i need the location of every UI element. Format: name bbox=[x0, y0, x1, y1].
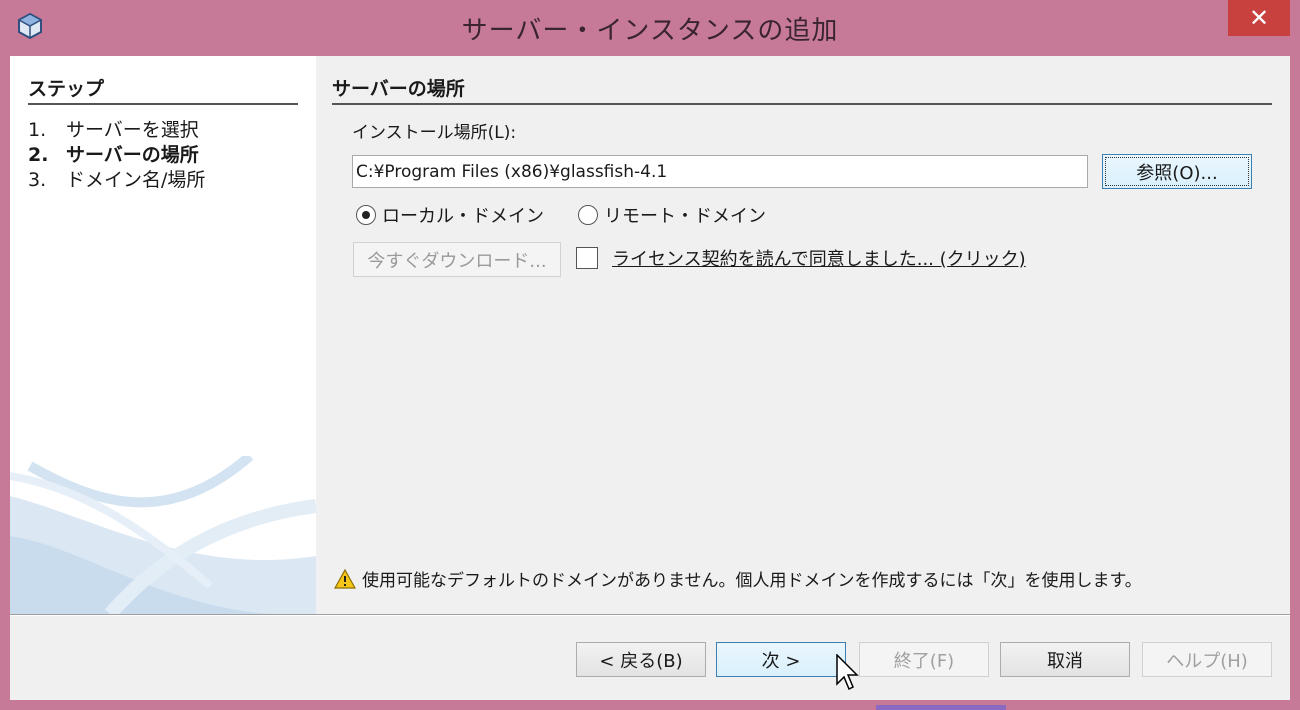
back-button[interactable]: < 戻る(B) bbox=[576, 642, 706, 677]
license-link[interactable]: ライセンス契約を読んで同意しました... (クリック) bbox=[612, 245, 1026, 271]
step-item: 1. サーバーを選択 bbox=[28, 118, 205, 143]
radio-button[interactable] bbox=[578, 205, 598, 225]
step-item: 3. ドメイン名/場所 bbox=[28, 168, 205, 193]
next-button[interactable]: 次 > bbox=[716, 642, 846, 677]
help-button[interactable]: ヘルプ(H) bbox=[1142, 642, 1272, 677]
steps-list: 1. サーバーを選択 2. サーバーの場所 3. ドメイン名/場所 bbox=[28, 118, 205, 193]
taskbar-fragment bbox=[876, 705, 1006, 710]
browse-button[interactable]: 参照(O)... bbox=[1102, 154, 1252, 189]
finish-button[interactable]: 終了(F) bbox=[859, 642, 989, 677]
step-number: 1. bbox=[28, 119, 47, 141]
radio-local-label: ローカル・ドメイン bbox=[382, 206, 544, 227]
window-title: サーバー・インスタンスの追加 bbox=[461, 16, 839, 46]
radio-remote-label: リモート・ドメイン bbox=[604, 206, 766, 227]
warning-message: 使用可能なデフォルトのドメインがありません。個人用ドメインを作成するには「次」を… bbox=[334, 566, 1142, 591]
footer-separator bbox=[10, 614, 1290, 616]
content-panel: サーバーの場所 インストール場所(L): 参照(O)... ローカル・ドメイン … bbox=[316, 56, 1290, 614]
radio-remote-domain[interactable]: リモート・ドメイン bbox=[578, 202, 766, 228]
decorative-swoosh-graphic bbox=[10, 456, 316, 614]
close-button[interactable]: ✕ bbox=[1228, 0, 1290, 36]
radio-local-domain[interactable]: ローカル・ドメイン bbox=[356, 202, 544, 228]
steps-title: ステップ bbox=[28, 74, 298, 105]
step-label: サーバーの場所 bbox=[66, 144, 199, 166]
warning-icon bbox=[334, 568, 356, 589]
dialog-body: ステップ 1. サーバーを選択 2. サーバーの場所 3. ドメイン名/場所 サーバー… bbox=[10, 56, 1290, 700]
step-number: 2. bbox=[28, 144, 49, 166]
step-label: サーバーを選択 bbox=[66, 119, 199, 141]
install-location-input[interactable] bbox=[352, 155, 1088, 188]
warning-text: 使用可能なデフォルトのドメインがありません。個人用ドメインを作成するには「次」を… bbox=[362, 571, 1142, 591]
cancel-button[interactable]: 取消 bbox=[1000, 642, 1130, 677]
install-location-label: インストール場所(L): bbox=[352, 123, 517, 143]
title-bar: サーバー・インスタンスの追加 ✕ bbox=[0, 0, 1300, 56]
step-item-current: 2. サーバーの場所 bbox=[28, 143, 205, 168]
steps-panel: ステップ 1. サーバーを選択 2. サーバーの場所 3. ドメイン名/場所 bbox=[10, 56, 316, 614]
window-bottom-border bbox=[0, 700, 1300, 710]
radio-button-checked[interactable] bbox=[356, 205, 376, 225]
license-agree-checkbox[interactable] bbox=[576, 247, 598, 269]
mouse-pointer-icon bbox=[836, 654, 859, 691]
step-label: ドメイン名/場所 bbox=[66, 169, 206, 191]
section-title: サーバーの場所 bbox=[332, 74, 1272, 105]
download-now-button[interactable]: 今すぐダウンロード... bbox=[353, 242, 561, 277]
step-number: 3. bbox=[28, 169, 47, 191]
